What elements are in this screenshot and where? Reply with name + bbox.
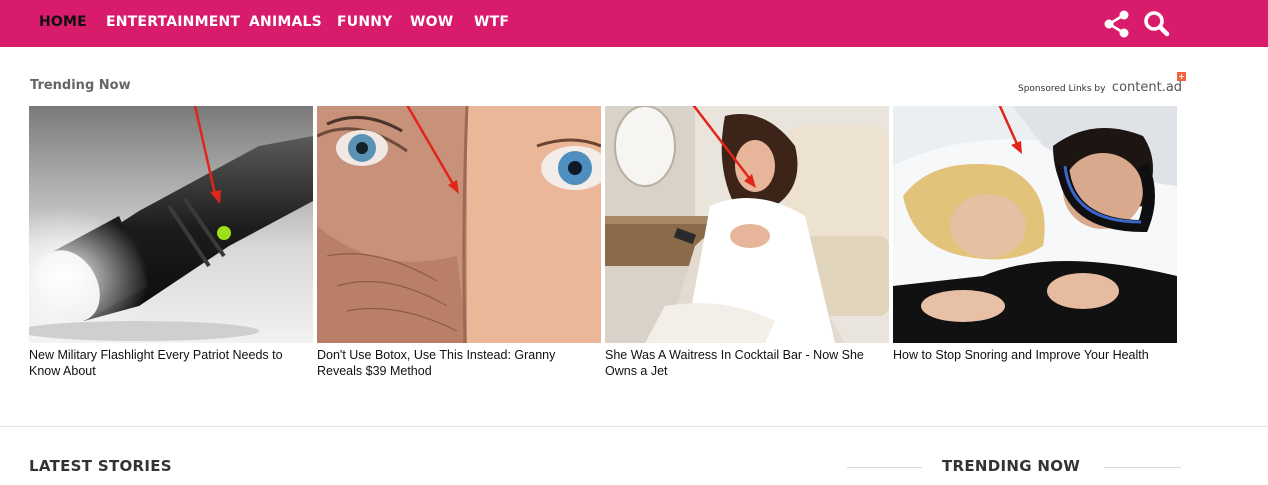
trending-now-heading: TRENDING NOW [942,457,1081,475]
card-title[interactable]: Don't Use Botox, Use This Instead: Grann… [317,347,601,379]
nav-item-entertainment[interactable]: ENTERTAINMENT [106,14,240,30]
card-title[interactable]: How to Stop Snoring and Improve Your Hea… [893,347,1177,363]
sponsored-attribution[interactable]: Sponsored Links by content.ad + [1018,72,1187,96]
top-navigation-bar: HOME ENTERTAINMENT ANIMALS FUNNY WOW WTF [0,0,1268,47]
card-title[interactable]: New Military Flashlight Every Patriot Ne… [29,347,313,379]
search-icon[interactable] [1142,9,1172,39]
brand-logo[interactable]: content.ad + [1112,72,1187,95]
heading-rule-right [1104,467,1181,468]
latest-stories-heading: LATEST STORIES [29,457,172,475]
card-image-sleeping-couple[interactable] [893,106,1177,343]
card-image-flashlight[interactable] [29,106,313,343]
section-divider [0,426,1268,427]
heading-rule-left [847,467,922,468]
nav-item-home[interactable]: HOME [39,14,87,30]
nav-item-animals[interactable]: ANIMALS [249,14,322,30]
share-icon[interactable] [1102,9,1132,39]
nav-item-wow[interactable]: WOW [410,14,453,30]
card-title[interactable]: She Was A Waitress In Cocktail Bar - Now… [605,347,889,379]
sponsored-text: Sponsored Links by [1018,84,1106,94]
widget-title: Trending Now [30,78,131,93]
card-image-jet[interactable] [605,106,889,343]
nav-item-funny[interactable]: FUNNY [337,14,393,30]
plus-icon: + [1177,72,1187,81]
card-image-faces[interactable] [317,106,601,343]
nav-item-wtf[interactable]: WTF [474,14,509,30]
